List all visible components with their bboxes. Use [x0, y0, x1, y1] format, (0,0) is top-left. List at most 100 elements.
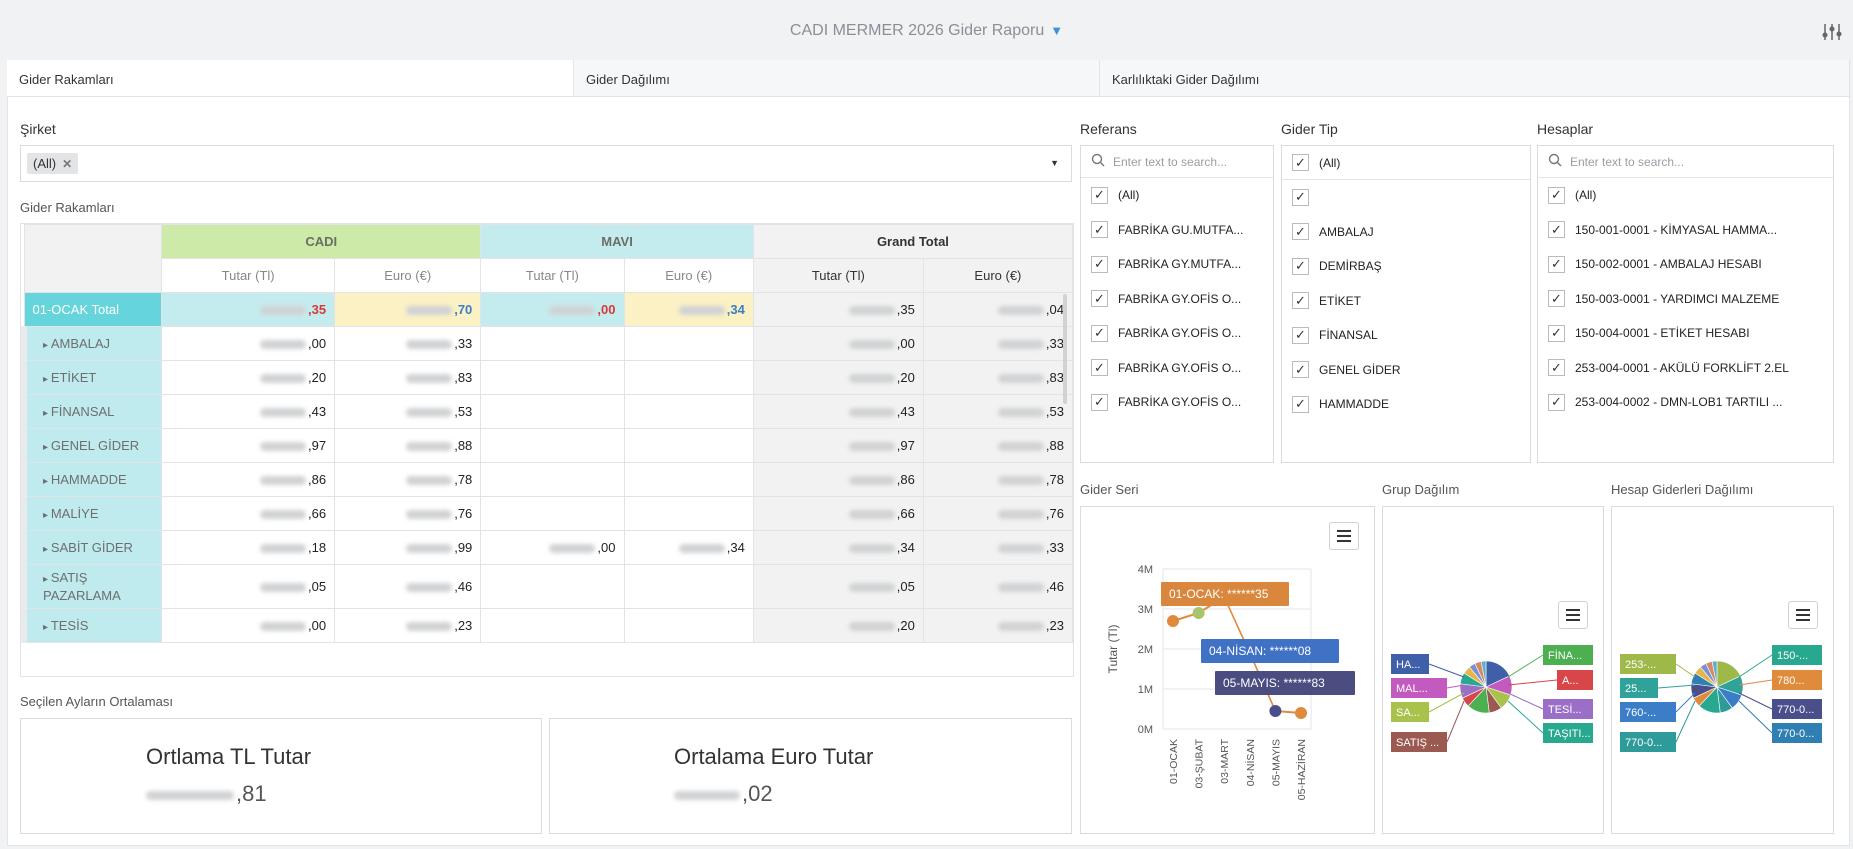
checkbox-checked-icon[interactable]: ✓ — [1548, 324, 1565, 342]
checkbox-checked-icon[interactable]: ✓ — [1091, 324, 1108, 342]
expand-arrow-icon[interactable]: ▸ — [43, 510, 51, 521]
checkbox-checked-icon[interactable]: ✓ — [1091, 393, 1108, 411]
hesaplar-search[interactable]: Enter text to search... — [1538, 146, 1833, 178]
checkbox-checked-icon[interactable]: ✓ — [1548, 255, 1565, 273]
filter-item[interactable]: ✓ (All) — [1081, 178, 1273, 213]
filter-item[interactable]: ✓ (All) — [1282, 146, 1530, 180]
y-axis-label: Tutar (Tl) — [1106, 625, 1120, 674]
tab-gider-rakamlari[interactable]: Gider Rakamları — [7, 60, 574, 96]
row-header[interactable]: ▸ SABİT GİDER — [21, 530, 163, 565]
checkbox-checked-icon[interactable]: ✓ — [1292, 361, 1309, 379]
checkbox-checked-icon[interactable]: ✓ — [1091, 290, 1108, 308]
table-cell: ,86 — [752, 462, 924, 497]
filter-item[interactable]: ✓ 253-004-0002 - DMN-LOB1 TARTILI ... — [1538, 385, 1833, 420]
row-header[interactable]: ▸ TESİS — [21, 608, 163, 643]
masked-value — [848, 622, 895, 632]
filter-item[interactable]: ✓ 150-004-0001 - ETİKET HESABI — [1538, 316, 1833, 351]
filter-item[interactable]: ✓ DEMİRBAŞ — [1282, 249, 1530, 284]
column-group-cadi[interactable]: CADI — [161, 224, 482, 259]
tab-gider-dagilimi[interactable]: Gider Dağılımı — [574, 60, 1100, 96]
row-header[interactable]: ▸ SATIŞ PAZARLAMA — [21, 564, 163, 609]
row-header[interactable]: ▸ HAMMADDE — [21, 462, 163, 497]
data-point[interactable] — [1192, 607, 1205, 619]
filter-item[interactable]: ✓ AMBALAJ — [1282, 215, 1530, 250]
x-tick-label: 03-MART — [1219, 738, 1231, 783]
filter-item[interactable]: ✓ 253-004-0001 - AKÜLÜ FORKLİFT 2.EL — [1538, 351, 1833, 386]
masked-value — [848, 544, 895, 554]
checkbox-checked-icon[interactable]: ✓ — [1292, 154, 1309, 171]
filter-item[interactable]: ✓ (All) — [1538, 178, 1833, 213]
checkbox-checked-icon[interactable]: ✓ — [1292, 223, 1309, 241]
filter-item[interactable]: ✓ FABRİKA GY.MUTFA... — [1081, 247, 1273, 282]
row-header[interactable]: ▸ AMBALAJ — [21, 326, 163, 361]
pivot-scrollbar[interactable] — [1063, 294, 1067, 404]
column-header: Euro (€) — [334, 258, 482, 293]
expand-arrow-icon[interactable]: ▸ — [43, 574, 51, 585]
checkbox-checked-icon[interactable]: ✓ — [1548, 359, 1565, 377]
filter-item[interactable]: ✓ FİNANSAL — [1282, 318, 1530, 353]
referans-search[interactable]: Enter text to search... — [1081, 146, 1273, 178]
checkbox-checked-icon[interactable]: ✓ — [1091, 255, 1108, 273]
column-group-mavi[interactable]: MAVI — [480, 224, 754, 259]
checkbox-checked-icon[interactable]: ✓ — [1548, 221, 1565, 239]
filter-item[interactable]: ✓ HAMMADDE — [1282, 387, 1530, 422]
checkbox-checked-icon[interactable]: ✓ — [1091, 221, 1108, 239]
settings-sliders-icon[interactable] — [1821, 22, 1843, 42]
table-row: ▸ TESİS ,00,23,20,23 — [21, 608, 1073, 643]
filter-item[interactable]: ✓ 150-002-0001 - AMBALAJ HESABI — [1538, 247, 1833, 282]
filter-item[interactable]: ✓ FABRİKA GY.OFİS O... — [1081, 351, 1273, 386]
checkbox-checked-icon[interactable]: ✓ — [1548, 290, 1565, 308]
checkbox-checked-icon[interactable]: ✓ — [1091, 359, 1108, 377]
checkbox-checked-icon[interactable]: ✓ — [1548, 186, 1565, 204]
avg-tl-card: Ortlama TL Tutar ,81 — [20, 718, 542, 834]
expand-arrow-icon[interactable]: ▸ — [43, 622, 51, 633]
masked-value — [406, 374, 453, 384]
filter-item[interactable]: ✓ — [1282, 180, 1530, 215]
checkbox-checked-icon[interactable]: ✓ — [1292, 257, 1309, 275]
company-select[interactable]: (All) ✕ ▼ — [20, 145, 1072, 182]
masked-value — [260, 510, 307, 520]
y-tick-label: 2M — [1138, 644, 1153, 656]
expand-arrow-icon[interactable]: ▸ — [43, 408, 51, 419]
filter-icon[interactable]: ▼ — [1050, 23, 1063, 38]
table-row: ▸ FİNANSAL ,43,53,43,53 — [21, 394, 1073, 429]
row-header[interactable]: ▸ ETİKET — [21, 360, 163, 395]
checkbox-checked-icon[interactable]: ✓ — [1091, 186, 1108, 204]
masked-value — [406, 544, 453, 554]
data-point[interactable] — [1269, 705, 1282, 717]
filter-item[interactable]: ✓ FABRİKA GY.OFİS O... — [1081, 316, 1273, 351]
filter-item[interactable]: ✓ ETİKET — [1282, 284, 1530, 319]
pie-label: 770-0... — [1738, 692, 1822, 719]
table-cell: ,99 — [334, 530, 482, 565]
masked-value — [260, 374, 307, 384]
filter-item[interactable]: ✓ GENEL GİDER — [1282, 353, 1530, 388]
checkbox-checked-icon[interactable]: ✓ — [1292, 292, 1309, 310]
expand-arrow-icon[interactable]: ▸ — [43, 442, 51, 453]
filter-item[interactable]: ✓ FABRİKA GU.MUTFA... — [1081, 213, 1273, 248]
expand-arrow-icon[interactable]: ▸ — [43, 544, 51, 555]
row-header[interactable]: ▸ MALİYE — [21, 496, 163, 531]
checkbox-checked-icon[interactable]: ✓ — [1292, 188, 1309, 206]
checkbox-checked-icon[interactable]: ✓ — [1292, 395, 1309, 413]
filter-item[interactable]: ✓ FABRİKA GY.OFİS O... — [1081, 282, 1273, 317]
tab-karlilik-gider-dagilimi[interactable]: Karlılıktaki Gider Dağılımı — [1100, 60, 1850, 96]
expand-arrow-icon[interactable]: ▸ — [43, 340, 51, 351]
table-cell: ,05 — [161, 564, 336, 609]
row-header-total[interactable]: 01-OCAK Total — [23, 292, 163, 327]
checkbox-checked-icon[interactable]: ✓ — [1548, 393, 1565, 411]
expand-arrow-icon[interactable]: ▸ — [43, 374, 51, 385]
checkbox-checked-icon[interactable]: ✓ — [1292, 326, 1309, 344]
data-point[interactable] — [1295, 707, 1307, 719]
dropdown-caret-icon[interactable]: ▼ — [1050, 158, 1059, 168]
chip-remove-icon[interactable]: ✕ — [62, 157, 72, 171]
x-tick-label: 05-MAYIS — [1270, 739, 1282, 786]
row-header[interactable]: ▸ FİNANSAL — [21, 394, 163, 429]
expand-arrow-icon[interactable]: ▸ — [43, 476, 51, 487]
filter-item[interactable]: ✓ FABRİKA GY.OFİS O... — [1081, 385, 1273, 420]
data-point[interactable] — [1167, 615, 1179, 627]
filter-item[interactable]: ✓ 150-001-0001 - KİMYASAL HAMMA... — [1538, 213, 1833, 248]
row-header[interactable]: ▸ GENEL GİDER — [21, 428, 163, 463]
filter-item[interactable]: ✓ 150-003-0001 - YARDIMCI MALZEME — [1538, 282, 1833, 317]
table-cell: ,78 — [334, 462, 482, 497]
pie-label: 780... — [1738, 670, 1822, 690]
